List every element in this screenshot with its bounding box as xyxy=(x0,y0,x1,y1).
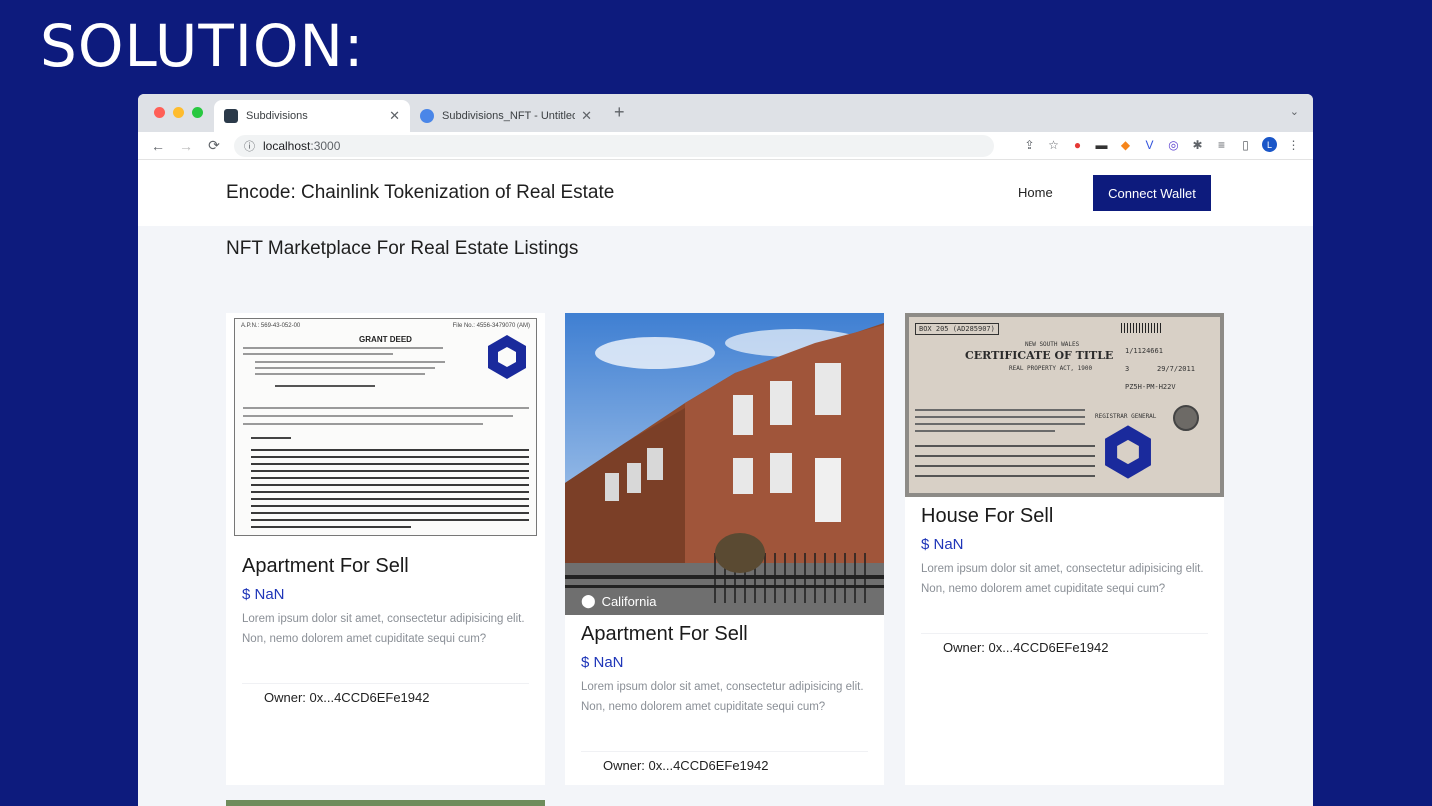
certificate-folio: 1/1124661 xyxy=(1125,347,1163,355)
tab-subdivisions-nft[interactable]: Subdivisions_NFT - Untitled C ✕ xyxy=(410,100,602,132)
grant-deed-image: A.P.N.: 569-43-052-00 File No.: 4556-347… xyxy=(226,313,545,541)
sidepanel-icon[interactable]: ▯ xyxy=(1238,137,1253,152)
tab-label: Subdivisions xyxy=(246,110,308,122)
remix-favicon-icon xyxy=(420,109,434,123)
listing-owner: Owner: 0x...4CCD6EFe1942 xyxy=(603,758,769,773)
address-bar[interactable]: ⓘ localhost:3000 xyxy=(234,134,994,157)
certificate-act: REAL PROPERTY ACT, 1900 xyxy=(1009,365,1093,372)
listing-card[interactable]: ⬤ California Apartment For Sell $ NaN Lo… xyxy=(565,313,884,785)
house-photo xyxy=(565,313,884,615)
tab-bar: Subdivisions ✕ Subdivisions_NFT - Untitl… xyxy=(138,94,1313,132)
next-row-card-peek xyxy=(226,800,545,806)
listing-card[interactable]: BOX 205 (AD285907) NEW SOUTH WALES CERTI… xyxy=(905,313,1224,785)
listing-owner: Owner: 0x...4CCD6EFe1942 xyxy=(943,640,1109,655)
tab-search-icon[interactable]: ⌄ xyxy=(1290,105,1299,118)
forward-button[interactable]: → xyxy=(178,138,194,154)
listing-title: Apartment For Sell xyxy=(242,555,409,577)
deed-apn: A.P.N.: 569-43-052-00 xyxy=(241,323,301,329)
certificate-edition: 3 xyxy=(1125,365,1130,373)
reload-button[interactable]: ⟳ xyxy=(206,137,222,154)
url-host: localhost xyxy=(263,138,311,153)
listing-title: Apartment For Sell xyxy=(581,623,748,645)
listing-price: $ NaN xyxy=(242,586,285,603)
certificate-date: 29/7/2011 xyxy=(1157,365,1195,373)
site-info-icon[interactable]: ⓘ xyxy=(244,138,255,154)
location-label: California xyxy=(601,593,657,609)
profile-icon[interactable]: L xyxy=(1262,137,1277,152)
extension-v-icon[interactable]: V xyxy=(1142,137,1157,152)
site-header: Encode: Chainlink Tokenization of Real E… xyxy=(138,160,1313,226)
barcode-icon xyxy=(1121,323,1161,333)
listing-owner: Owner: 0x...4CCD6EFe1942 xyxy=(264,690,430,705)
star-icon[interactable]: ☆ xyxy=(1046,137,1061,152)
map-pin-icon: ⬤ xyxy=(581,593,596,608)
listing-title: House For Sell xyxy=(921,505,1054,527)
listing-description: Lorem ipsum dolor sit amet, consectetur … xyxy=(581,681,864,713)
maximize-window-button[interactable] xyxy=(192,107,203,118)
certificate-registrar: REGISTRAR GENERAL xyxy=(1095,413,1157,420)
new-tab-button[interactable]: + xyxy=(614,102,625,123)
card-divider xyxy=(242,683,529,684)
card-divider xyxy=(921,633,1208,634)
menu-icon[interactable]: ⋮ xyxy=(1286,137,1301,152)
listing-price: $ NaN xyxy=(921,536,964,553)
chainlink-logo-icon xyxy=(488,335,526,379)
extension-circle-icon[interactable]: ◎ xyxy=(1166,137,1181,152)
extension-red-icon[interactable]: ● xyxy=(1070,137,1085,152)
window-controls xyxy=(154,107,203,118)
tab-label: Subdivisions_NFT - Untitled C xyxy=(442,110,576,122)
listing-price: $ NaN xyxy=(581,654,624,671)
certificate-box: BOX 205 (AD285907) xyxy=(915,323,999,335)
site-favicon-icon xyxy=(224,109,238,123)
browser-window: Subdivisions ✕ Subdivisions_NFT - Untitl… xyxy=(138,94,1313,806)
share-icon[interactable]: ⇪ xyxy=(1022,137,1037,152)
seal-icon xyxy=(1173,405,1199,431)
brick-house-image: ⬤ California xyxy=(565,313,884,615)
certificate-title: CERTIFICATE OF TITLE xyxy=(965,349,1114,362)
certificate-state: NEW SOUTH WALES xyxy=(1025,341,1080,348)
reading-list-icon[interactable]: ≡ xyxy=(1214,137,1229,152)
deed-file-no: File No.: 4556-3479070 (AM) xyxy=(452,323,530,329)
close-window-button[interactable] xyxy=(154,107,165,118)
back-button[interactable]: ← xyxy=(150,138,166,154)
card-divider xyxy=(581,751,868,752)
close-tab-icon[interactable]: ✕ xyxy=(389,108,400,124)
page-title: NFT Marketplace For Real Estate Listings xyxy=(226,238,579,259)
tab-subdivisions[interactable]: Subdivisions ✕ xyxy=(214,100,410,132)
metamask-icon[interactable]: ◆ xyxy=(1118,137,1133,152)
extension-dark-icon[interactable]: ▬ xyxy=(1094,137,1109,152)
listing-description: Lorem ipsum dolor sit amet, consectetur … xyxy=(921,563,1204,595)
location-badge: ⬤ California xyxy=(581,593,656,609)
connect-wallet-button[interactable]: Connect Wallet xyxy=(1093,175,1211,211)
slide-title: SOLUTION: xyxy=(40,12,365,80)
certificate-code: PZ5H-PM-H22V xyxy=(1125,383,1176,391)
listing-card[interactable]: A.P.N.: 569-43-052-00 File No.: 4556-347… xyxy=(226,313,545,785)
certificate-document: BOX 205 (AD285907) NEW SOUTH WALES CERTI… xyxy=(905,313,1224,497)
minimize-window-button[interactable] xyxy=(173,107,184,118)
browser-toolbar: ← → ⟳ ⓘ localhost:3000 ⇪ ☆ ● ▬ ◆ V ◎ ✱ ≡… xyxy=(138,132,1313,160)
close-tab-icon[interactable]: ✕ xyxy=(581,108,592,124)
nav-home-link[interactable]: Home xyxy=(1018,185,1053,200)
chainlink-logo-icon xyxy=(1105,425,1151,479)
url-port: :3000 xyxy=(310,138,341,153)
extensions-area: ⇪ ☆ ● ▬ ◆ V ◎ ✱ ≡ ▯ L ⋮ xyxy=(1022,137,1301,152)
listing-description: Lorem ipsum dolor sit amet, consectetur … xyxy=(242,613,525,645)
certificate-image: BOX 205 (AD285907) NEW SOUTH WALES CERTI… xyxy=(905,313,1224,497)
deed-document: A.P.N.: 569-43-052-00 File No.: 4556-347… xyxy=(234,318,537,536)
site-brand[interactable]: Encode: Chainlink Tokenization of Real E… xyxy=(226,182,614,204)
puzzle-icon[interactable]: ✱ xyxy=(1190,137,1205,152)
